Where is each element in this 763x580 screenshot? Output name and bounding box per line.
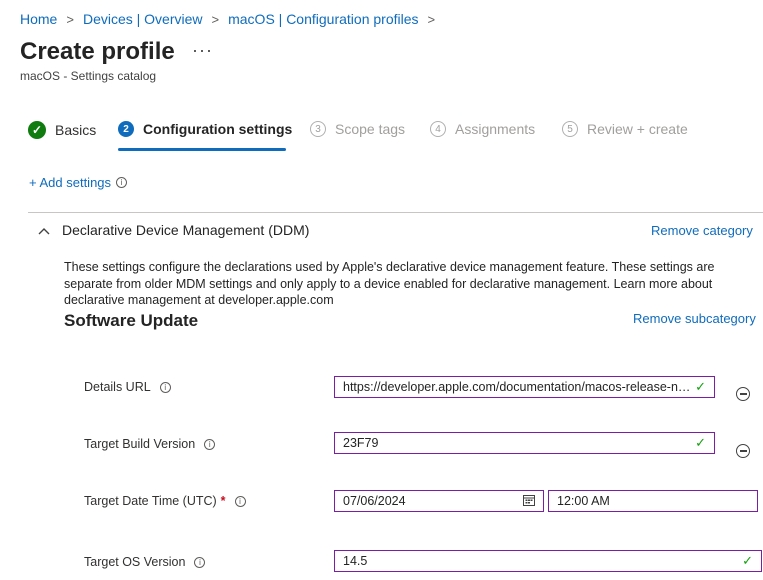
target-time-value: 12:00 AM [557, 494, 610, 508]
step-number-badge: 5 [562, 121, 578, 137]
remove-setting-icon[interactable] [736, 387, 750, 401]
target-os-label: Target OS Version [84, 555, 186, 569]
chevron-right-icon: > [66, 11, 74, 27]
chevron-right-icon: > [211, 11, 220, 27]
step-configuration-settings[interactable]: 2 Configuration settings [118, 121, 292, 137]
step-label: Configuration settings [143, 121, 293, 137]
check-circle-icon: ✓ [28, 121, 46, 139]
remove-category-link[interactable]: Remove category [651, 223, 753, 238]
step-label: Assignments [455, 121, 536, 137]
page-title: Create profile [20, 38, 175, 65]
target-os-input[interactable]: 14.5 ✓ [334, 550, 762, 572]
target-time-input[interactable]: 12:00 AM [548, 490, 758, 512]
info-icon[interactable]: i [159, 381, 171, 393]
calendar-icon[interactable] [519, 494, 535, 509]
details-url-label: Details URL [84, 380, 151, 394]
step-number-badge: 3 [310, 121, 326, 137]
step-scope-tags[interactable]: 3 Scope tags [310, 121, 405, 137]
remove-subcategory-link[interactable]: Remove subcategory [633, 311, 756, 326]
step-label: Scope tags [335, 121, 406, 137]
more-options-icon[interactable]: ··· [192, 40, 213, 61]
remove-setting-icon[interactable] [736, 444, 750, 458]
active-step-indicator [118, 148, 286, 151]
target-date-label: Target Date Time (UTC) [84, 494, 217, 508]
details-url-value: https://developer.apple.com/documentatio… [343, 380, 692, 394]
target-build-value: 23F79 [343, 436, 379, 450]
add-settings-button[interactable]: + Add settings [29, 175, 111, 190]
subcategory-title: Software Update [64, 311, 199, 330]
step-number-badge: 4 [430, 121, 446, 137]
details-url-input[interactable]: https://developer.apple.com/documentatio… [334, 376, 715, 398]
breadcrumb-home[interactable]: Home [20, 11, 57, 27]
check-icon: ✓ [695, 379, 706, 394]
step-basics[interactable]: ✓ Basics [28, 121, 96, 139]
info-icon[interactable]: i [234, 495, 246, 507]
add-settings-row: + Add settings i [29, 175, 128, 190]
target-date-label-row: Target Date Time (UTC) * i [84, 494, 246, 508]
info-icon[interactable]: i [194, 556, 206, 568]
required-marker: * [220, 494, 226, 508]
divider [28, 212, 763, 213]
target-date-value: 07/06/2024 [343, 494, 406, 508]
info-icon[interactable]: i [204, 438, 216, 450]
info-icon[interactable]: i [116, 177, 128, 188]
chevron-right-icon: > [427, 11, 436, 27]
step-label: Review + create [587, 121, 688, 137]
breadcrumb: Home > Devices | Overview > macOS | Conf… [20, 11, 444, 27]
page-subtitle: macOS - Settings catalog [20, 69, 157, 83]
step-label: Basics [55, 122, 97, 138]
target-build-input[interactable]: 23F79 ✓ [334, 432, 715, 454]
target-build-label-row: Target Build Version i [84, 437, 216, 451]
breadcrumb-macos-config-profiles[interactable]: macOS | Configuration profiles [228, 11, 418, 27]
step-review-create[interactable]: 5 Review + create [562, 121, 688, 137]
category-header[interactable]: Declarative Device Management (DDM) [38, 222, 309, 238]
target-os-value: 14.5 [343, 554, 368, 568]
step-assignments[interactable]: 4 Assignments [430, 121, 535, 137]
category-name: Declarative Device Management (DDM) [62, 222, 310, 238]
step-number-badge: 2 [118, 121, 134, 137]
check-icon: ✓ [695, 435, 706, 450]
target-date-input[interactable]: 07/06/2024 [334, 490, 544, 512]
breadcrumb-devices-overview[interactable]: Devices | Overview [83, 11, 203, 27]
target-build-label: Target Build Version [84, 437, 196, 451]
target-os-label-row: Target OS Version i [84, 555, 206, 569]
details-url-label-row: Details URL i [84, 380, 171, 394]
category-description: These settings configure the declaration… [64, 260, 715, 307]
check-icon: ✓ [742, 553, 753, 568]
chevron-up-icon[interactable] [38, 222, 50, 238]
